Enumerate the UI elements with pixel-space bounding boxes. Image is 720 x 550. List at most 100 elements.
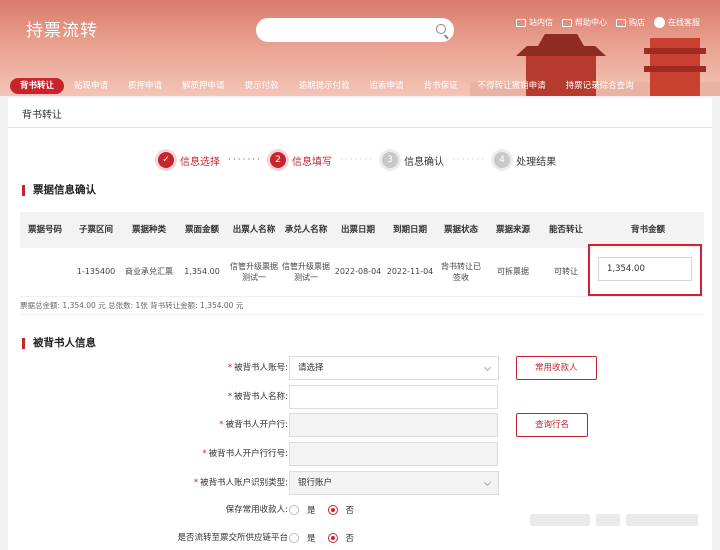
nav-item-discount[interactable]: 贴现申请 (64, 78, 118, 94)
table-cell: 背书转让已签收 (436, 248, 486, 297)
step-2-number: 2 (270, 152, 287, 168)
radio-no[interactable]: 否 (327, 504, 355, 516)
endorsee-name-row: * 被背书人名称: (8, 385, 712, 409)
nav-item-revoke[interactable]: 不得转让撤销申请 (468, 78, 556, 94)
nav-item-recourse[interactable]: 追索申请 (360, 78, 414, 94)
column-header: 票据来源 (486, 212, 540, 248)
main-content: 背书转让 ✓ 信息选择 ······· 2 信息填写 ······· 3 信息确… (8, 98, 712, 550)
bill-section-title: 票据信息确认 (22, 185, 96, 196)
header-banner: 持票流转 站内信 帮助中心 购店 在线客服 背书转让 贴现申请 质押申请 解质押… (0, 0, 720, 96)
endorsee-bank-no-row: * 被背书人开户行行号: (8, 442, 712, 466)
search-icon[interactable] (436, 24, 446, 34)
required-mark: * (193, 478, 199, 488)
endorsee-bank-label: * 被背书人开户行: (219, 413, 288, 437)
account-type-select[interactable]: 银行账户 (289, 471, 499, 495)
common-payee-button[interactable]: 常用收款人 (516, 356, 597, 380)
help-icon (562, 18, 572, 27)
nav-item-guarantee[interactable]: 背书保证 (414, 78, 468, 94)
nav-item-records[interactable]: 持票记录综合查询 (556, 78, 644, 94)
tool-messages-label: 站内信 (529, 18, 553, 27)
label-text: 被背书人账号: (234, 363, 288, 373)
table-cell: 商业承兑汇票 (122, 248, 176, 297)
column-header: 票据号码 (20, 212, 70, 248)
table-cell: 1,354.00 (176, 248, 228, 297)
nav-item-prompt-pay[interactable]: 提示付款 (235, 78, 289, 94)
watermark-blur (596, 514, 620, 526)
radio-label: 是 (307, 506, 316, 516)
required-mark: * (219, 420, 224, 430)
radio-label: 是 (307, 534, 316, 544)
column-header: 出票日期 (332, 212, 384, 248)
column-header: 票面金额 (176, 212, 228, 248)
divider (20, 314, 704, 315)
header-tools: 站内信 帮助中心 购店 在线客服 (516, 17, 700, 28)
table-cell: 可转让 (540, 248, 592, 297)
endorsee-name-input[interactable] (289, 385, 498, 409)
column-header: 承兑人名称 (280, 212, 332, 248)
tool-shop-label: 购店 (629, 18, 645, 27)
chevron-down-icon (483, 478, 492, 487)
table-cell: 2022-08-04 (332, 248, 384, 297)
label-text: 被背书人开户行: (225, 420, 288, 430)
save-payee-radio-group: 是 否 (289, 498, 354, 522)
radio-label: 否 (345, 534, 355, 544)
column-header: 票据状态 (436, 212, 486, 248)
tool-messages[interactable]: 站内信 (516, 17, 553, 28)
table-cell: 信管升级票据测试一 (228, 248, 280, 297)
endorsee-account-select[interactable]: 请选择 (289, 356, 499, 380)
step-connector: ······· (340, 155, 375, 165)
account-type-row: * 被背书人账户识别类型: 银行账户 (8, 471, 712, 495)
column-header: 出票人名称 (228, 212, 280, 248)
radio-yes[interactable]: 是 (289, 532, 316, 544)
endorse-amount-input[interactable]: 1,354.00 (598, 257, 692, 281)
step-1-label: 信息选择 (180, 156, 220, 168)
query-bank-button[interactable]: 查询行名 (516, 413, 589, 437)
column-header: 能否转让 (540, 212, 592, 248)
watermark-blur (626, 514, 698, 526)
radio-circle (289, 533, 299, 543)
endorsee-account-row: * 被背书人账号: 请选择 常用收款人 (8, 356, 712, 380)
select-value: 银行账户 (298, 478, 333, 488)
column-header: 票据种类 (122, 212, 176, 248)
radio-circle (289, 505, 299, 515)
step-3-number: 3 (382, 152, 399, 168)
endorsee-bank-no-label: * 被背书人开户行行号: (202, 442, 288, 466)
step-connector: ······· (228, 155, 263, 165)
nav-item-unpledge[interactable]: 解质押申请 (172, 78, 235, 94)
table-header-row: 票据号码 子票区间 票据种类 票面金额 出票人名称 承兑人名称 出票日期 到期日… (20, 212, 704, 248)
select-value: 请选择 (298, 363, 324, 373)
main-nav: 背书转让 贴现申请 质押申请 解质押申请 提示付款 逾期提示付款 追索申请 背书… (0, 76, 720, 96)
tool-help[interactable]: 帮助中心 (562, 17, 607, 28)
shop-icon (616, 18, 626, 27)
check-icon: ✓ (158, 152, 174, 168)
radio-no[interactable]: 否 (327, 532, 355, 544)
search-input[interactable] (256, 18, 454, 42)
radio-label: 否 (345, 506, 355, 516)
nav-item-endorse[interactable]: 背书转让 (10, 78, 65, 94)
nav-item-pledge[interactable]: 质押申请 (118, 78, 172, 94)
endorsee-bank-row: * 被背书人开户行: 查询行名 (8, 413, 712, 437)
brand-title: 持票流转 (26, 21, 98, 41)
table-cell (20, 248, 70, 297)
label-text: 被背书人账户识别类型: (200, 478, 288, 488)
table-cell: 可拆票据 (486, 248, 540, 297)
nav-item-overdue-pay[interactable]: 逾期提示付款 (289, 78, 360, 94)
endorsee-bank-no-input (289, 442, 498, 466)
breadcrumb: 背书转让 (22, 110, 62, 121)
required-mark: * (227, 392, 233, 402)
avatar (654, 17, 665, 28)
tool-shop[interactable]: 购店 (616, 17, 645, 28)
table-cell: 2022-11-04 (384, 248, 436, 297)
column-header: 背书金额 (592, 212, 704, 248)
radio-circle-selected (327, 533, 338, 543)
step-1: ✓ 信息选择 (158, 152, 220, 168)
radio-yes[interactable]: 是 (289, 504, 316, 516)
step-connector: ······· (452, 155, 487, 165)
step-3: 3 信息确认 (382, 152, 444, 168)
account-type-label: * 被背书人账户识别类型: (194, 471, 288, 495)
chevron-down-icon (483, 363, 492, 372)
bill-summary: 票据总金额: 1,354.00 元 总张数: 1张 背书转让金额: 1,354.… (20, 301, 244, 310)
tool-service[interactable]: 在线客服 (654, 17, 700, 28)
tool-help-label: 帮助中心 (575, 18, 607, 27)
label-text: 被背书人开户行行号: (208, 449, 288, 459)
